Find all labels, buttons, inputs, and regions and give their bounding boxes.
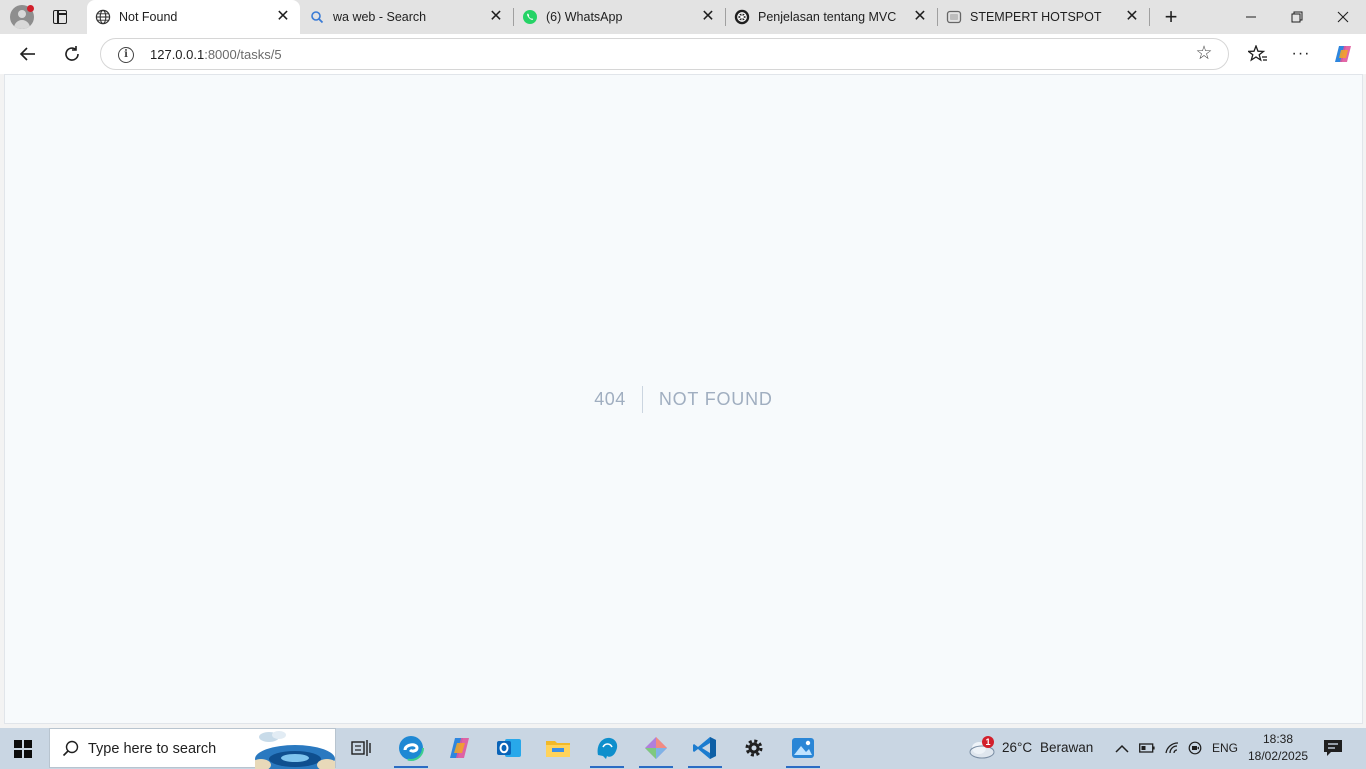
url-text[interactable]: 127.0.0.1:8000/tasks/5 (150, 47, 282, 62)
favorite-star-icon[interactable]: ☆ (1194, 44, 1214, 64)
search-highlight-image (255, 729, 335, 769)
system-clock[interactable]: 18:38 18/02/2025 (1248, 731, 1308, 765)
tab-penjelasan-mvc[interactable]: Penjelasan tentang MVC ✕ (726, 0, 937, 34)
status-message: NOT FOUND (658, 389, 773, 409)
favorites-icon[interactable] (1245, 41, 1271, 67)
minimize-icon[interactable] (1228, 0, 1274, 34)
tab-actions-icon[interactable] (50, 7, 70, 27)
clock-time: 18:38 (1262, 732, 1294, 746)
weather-condition[interactable]: Berawan (1040, 728, 1093, 768)
meet-now-icon[interactable] (1188, 728, 1204, 768)
globe-icon (95, 9, 111, 25)
close-tab-icon[interactable]: ✕ (699, 8, 717, 26)
tab-title: wa web - Search (333, 10, 427, 24)
status-code: 404 (594, 386, 643, 413)
tab-stempert-hotspot[interactable]: STEMPERT HOTSPOT ✕ (938, 0, 1149, 34)
vscode-icon[interactable] (686, 732, 724, 768)
chatgpt-icon (734, 9, 750, 25)
url-path: :8000/tasks/5 (204, 47, 282, 62)
taskbar-search-box[interactable]: Type here to search (49, 728, 336, 769)
windows-start-icon[interactable] (14, 740, 32, 758)
search-icon (62, 740, 79, 757)
git-tool-icon[interactable] (637, 732, 675, 768)
close-tab-icon[interactable]: ✕ (911, 8, 929, 26)
page-icon (946, 10, 962, 24)
tab-not-found[interactable]: Not Found ✕ (87, 0, 300, 34)
photos-icon[interactable] (784, 732, 822, 768)
tab-whatsapp[interactable]: (6) WhatsApp ✕ (514, 0, 725, 34)
browser-window: Not Found ✕ wa web - Search ✕ (6) WhatsA… (0, 0, 1366, 728)
tab-separator (1149, 8, 1150, 26)
notification-center-icon[interactable] (1323, 739, 1343, 757)
battery-icon[interactable] (1139, 728, 1155, 768)
whatsapp-icon (523, 10, 537, 24)
file-explorer-icon[interactable] (539, 732, 577, 764)
tab-strip: Not Found ✕ wa web - Search ✕ (6) WhatsA… (0, 0, 1366, 34)
outlook-icon[interactable] (490, 732, 528, 764)
close-window-icon[interactable] (1320, 0, 1366, 34)
tab-title: Penjelasan tentang MVC (758, 10, 897, 24)
close-tab-icon[interactable]: ✕ (274, 8, 292, 26)
mysql-workbench-icon[interactable] (588, 732, 626, 768)
clock-date: 18/02/2025 (1248, 749, 1309, 763)
weather-icon[interactable] (968, 728, 996, 768)
task-view-icon[interactable] (342, 732, 380, 764)
site-info-icon[interactable]: i (118, 47, 134, 63)
weather-alert-badge: 1 (982, 736, 994, 748)
tab-title: Not Found (119, 10, 178, 24)
more-menu-icon[interactable]: ··· (1288, 41, 1314, 67)
search-placeholder: Type here to search (88, 741, 217, 757)
search-icon (311, 11, 324, 24)
profile-notification-dot (27, 5, 34, 12)
edge-browser-icon[interactable] (392, 732, 430, 768)
new-tab-icon[interactable]: + (1160, 6, 1182, 28)
page-content: 404 NOT FOUND (4, 74, 1363, 724)
url-host: 127.0.0.1 (150, 47, 205, 62)
copilot-app-icon[interactable] (441, 732, 479, 764)
tab-title: (6) WhatsApp (546, 10, 623, 24)
weather-temperature[interactable]: 26°C (1002, 728, 1032, 768)
wifi-icon[interactable] (1164, 728, 1180, 768)
tab-wa-web-search[interactable]: wa web - Search ✕ (301, 0, 513, 34)
copilot-icon[interactable] (1330, 41, 1356, 67)
tab-title: STEMPERT HOTSPOT (970, 10, 1102, 24)
restore-icon[interactable] (1274, 0, 1320, 34)
show-hidden-icons-chevron-icon[interactable] (1115, 728, 1129, 768)
back-arrow-icon[interactable] (15, 41, 41, 67)
address-bar[interactable]: i 127.0.0.1:8000/tasks/5 ☆ (100, 38, 1229, 70)
language-indicator[interactable]: ENG (1212, 728, 1238, 768)
navigation-toolbar: i 127.0.0.1:8000/tasks/5 ☆ ··· (0, 34, 1366, 74)
close-tab-icon[interactable]: ✕ (487, 8, 505, 26)
refresh-icon[interactable] (59, 41, 85, 67)
not-found-message: 404 NOT FOUND (5, 75, 1362, 723)
settings-gear-icon[interactable] (735, 732, 773, 764)
close-tab-icon[interactable]: ✕ (1123, 8, 1141, 26)
taskbar: Type here to search 1 26°C Berawan ENG 1… (0, 728, 1366, 769)
